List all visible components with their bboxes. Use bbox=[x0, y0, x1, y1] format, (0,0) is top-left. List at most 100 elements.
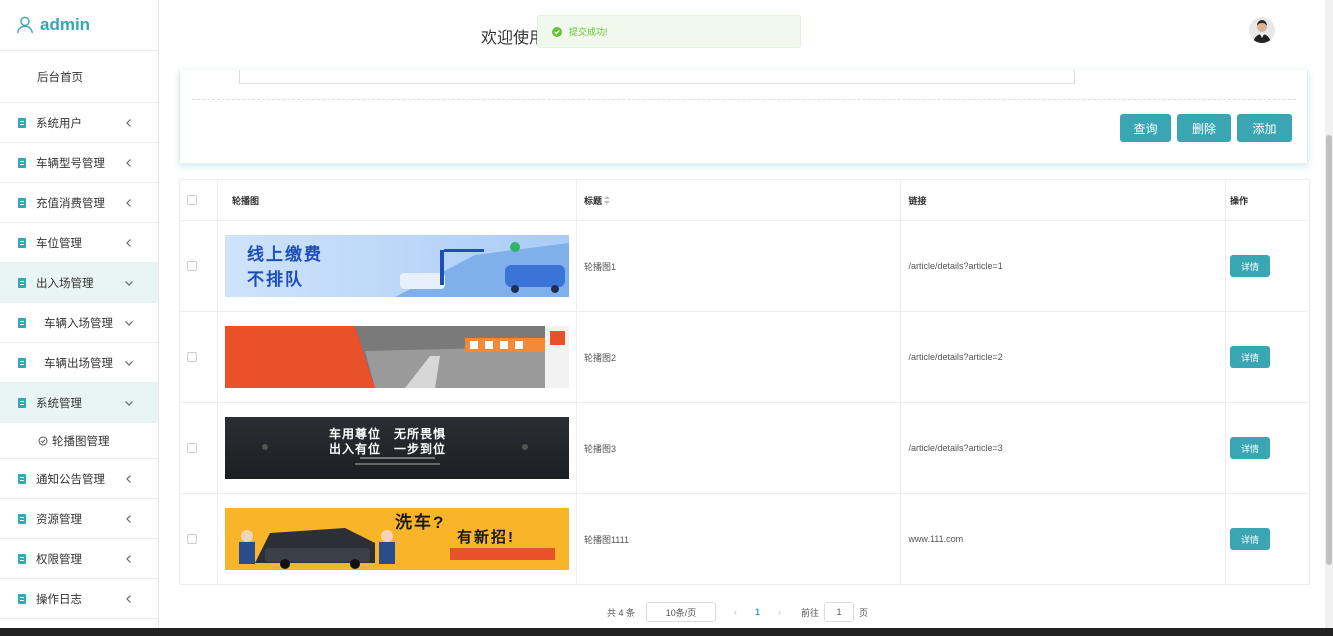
sidebar-item-label: 系统管理 bbox=[36, 397, 82, 410]
sidebar-item-label: 轮播图管理 bbox=[52, 435, 110, 448]
row-checkbox[interactable] bbox=[187, 534, 197, 544]
banner-image: 线上缴费 不排队 bbox=[224, 235, 569, 297]
search-input[interactable] bbox=[239, 70, 1075, 84]
sidebar-item-label: 通知公告管理 bbox=[36, 473, 105, 486]
link-cell: www.111.com bbox=[900, 493, 1227, 585]
row-link: /article/details?article=1 bbox=[908, 261, 1003, 271]
sidebar-item-entry-exit[interactable]: 出入场管理 bbox=[0, 263, 158, 303]
column-header[interactable]: 标题 bbox=[575, 179, 902, 221]
select-all-checkbox[interactable] bbox=[187, 195, 197, 205]
select-cell bbox=[179, 493, 218, 585]
banner-cell: 车用尊位 无所畏惧 出入有位 一步到位 bbox=[216, 402, 577, 494]
chevron-left-icon bbox=[126, 474, 131, 483]
action-cell: 详情 bbox=[1225, 220, 1310, 312]
file-icon bbox=[18, 593, 26, 604]
banner-cell bbox=[216, 311, 577, 403]
sidebar-item-parking-space[interactable]: 车位管理 bbox=[0, 223, 158, 263]
row-checkbox[interactable] bbox=[187, 443, 197, 453]
banner-cell: 洗车? 有新招! bbox=[216, 493, 577, 585]
person-icon bbox=[1253, 20, 1271, 43]
page-unit: 页 bbox=[859, 607, 869, 618]
row-link: /article/details?article=3 bbox=[908, 443, 1003, 453]
sidebar-item-label: 车辆型号管理 bbox=[36, 157, 105, 170]
sidebar-item-recharge[interactable]: 充值消费管理 bbox=[0, 183, 158, 223]
pagination: 共 4 条 10条/页 ‹ 1 › 前往 1 页 bbox=[607, 602, 868, 622]
column-header-label: 链接 bbox=[908, 195, 927, 206]
brand: admin bbox=[0, 0, 158, 51]
next-page-button[interactable]: › bbox=[778, 607, 781, 617]
action-cell: 详情 bbox=[1225, 493, 1310, 585]
file-icon bbox=[18, 473, 26, 484]
select-cell bbox=[179, 402, 218, 494]
sidebar-item-vehicle-exit[interactable]: 车辆出场管理 bbox=[0, 343, 158, 383]
page-number[interactable]: 1 bbox=[755, 607, 760, 617]
sidebar-item-notice[interactable]: 通知公告管理 bbox=[0, 459, 158, 499]
sidebar-item-label: 后台首页 bbox=[37, 71, 83, 84]
chevron-left-icon bbox=[126, 514, 131, 523]
sidebar-item-system-users[interactable]: 系统用户 bbox=[0, 103, 158, 143]
sidebar: admin 后台首页 系统用户 车辆型号管理 充值消费管理 车位管理 出入场管理… bbox=[0, 0, 159, 628]
chevron-down-icon bbox=[125, 320, 133, 326]
detail-button[interactable]: 详情 bbox=[1230, 255, 1271, 277]
add-button[interactable]: 添加 bbox=[1237, 114, 1292, 142]
file-icon bbox=[18, 317, 26, 328]
banner-text: 有新招! bbox=[456, 529, 515, 546]
sidebar-item-label: 车辆入场管理 bbox=[44, 317, 113, 330]
title-cell: 轮播图1 bbox=[575, 220, 902, 312]
carousel-table: 轮播图 标题 链接 操作 线上缴费 不排队 轮播图1 /article/deta… bbox=[179, 179, 1310, 585]
select-cell bbox=[179, 311, 218, 403]
row-title: 轮播图3 bbox=[583, 443, 616, 454]
title-cell: 轮播图3 bbox=[575, 402, 902, 494]
column-header: 操作 bbox=[1225, 179, 1310, 221]
sidebar-item-carousel[interactable]: 轮播图管理 bbox=[0, 423, 158, 459]
prev-page-button[interactable]: ‹ bbox=[734, 607, 737, 617]
query-button[interactable]: 查询 bbox=[1120, 114, 1171, 142]
divider bbox=[192, 99, 1296, 100]
banner-cell: 线上缴费 不排队 bbox=[216, 220, 577, 312]
delete-button[interactable]: 删除 bbox=[1177, 114, 1231, 142]
detail-button[interactable]: 详情 bbox=[1230, 437, 1271, 459]
avatar[interactable] bbox=[1249, 17, 1275, 43]
column-header-label: 标题 bbox=[583, 195, 602, 206]
sidebar-item-label: 系统用户 bbox=[36, 117, 82, 130]
sidebar-item-home[interactable]: 后台首页 bbox=[0, 51, 158, 103]
goto-page-input[interactable]: 1 bbox=[824, 602, 855, 622]
total-count: 共 4 条 bbox=[607, 607, 636, 618]
sidebar-item-system-management[interactable]: 系统管理 bbox=[0, 383, 158, 423]
chevron-down-icon bbox=[125, 400, 133, 406]
action-cell: 详情 bbox=[1225, 311, 1310, 403]
detail-button[interactable]: 详情 bbox=[1230, 528, 1271, 550]
sidebar-item-label: 出入场管理 bbox=[36, 277, 94, 290]
row-checkbox[interactable] bbox=[187, 352, 197, 362]
sidebar-item-vehicle-model[interactable]: 车辆型号管理 bbox=[0, 143, 158, 183]
file-icon bbox=[18, 553, 26, 564]
success-toast: 提交成功! bbox=[537, 15, 801, 48]
user-icon bbox=[17, 16, 33, 34]
action-cell: 详情 bbox=[1225, 402, 1310, 494]
row-title: 轮播图2 bbox=[583, 352, 616, 363]
file-icon bbox=[18, 117, 26, 128]
sort-icon[interactable] bbox=[604, 195, 611, 204]
chevron-left-icon bbox=[126, 198, 131, 207]
check-circle-icon bbox=[552, 26, 562, 37]
row-title: 轮播图1 bbox=[583, 261, 616, 272]
scrollbar-thumb[interactable] bbox=[1326, 135, 1332, 565]
row-link: /article/details?article=2 bbox=[908, 352, 1003, 362]
sidebar-item-label: 车位管理 bbox=[36, 237, 82, 250]
bottom-edge bbox=[0, 628, 1333, 636]
detail-button[interactable]: 详情 bbox=[1230, 346, 1271, 368]
page-size-select[interactable]: 10条/页 bbox=[646, 602, 717, 622]
goto-label: 前往 bbox=[801, 607, 820, 618]
table-header: 轮播图 标题 链接 操作 bbox=[179, 179, 1310, 221]
scrollbar[interactable] bbox=[1325, 0, 1333, 628]
sidebar-item-vehicle-entry[interactable]: 车辆入场管理 bbox=[0, 303, 158, 343]
table-row: 轮播图2 /article/details?article=2 详情 bbox=[179, 311, 1310, 403]
column-header-label: 操作 bbox=[1230, 195, 1249, 206]
sidebar-item-permission[interactable]: 权限管理 bbox=[0, 539, 158, 579]
row-checkbox[interactable] bbox=[187, 261, 197, 271]
garage-lines bbox=[261, 444, 528, 465]
chevron-left-icon bbox=[126, 118, 131, 127]
sidebar-item-resource[interactable]: 资源管理 bbox=[0, 499, 158, 539]
sidebar-item-operation-log[interactable]: 操作日志 bbox=[0, 579, 158, 619]
banner-text: 洗车? bbox=[394, 513, 446, 532]
